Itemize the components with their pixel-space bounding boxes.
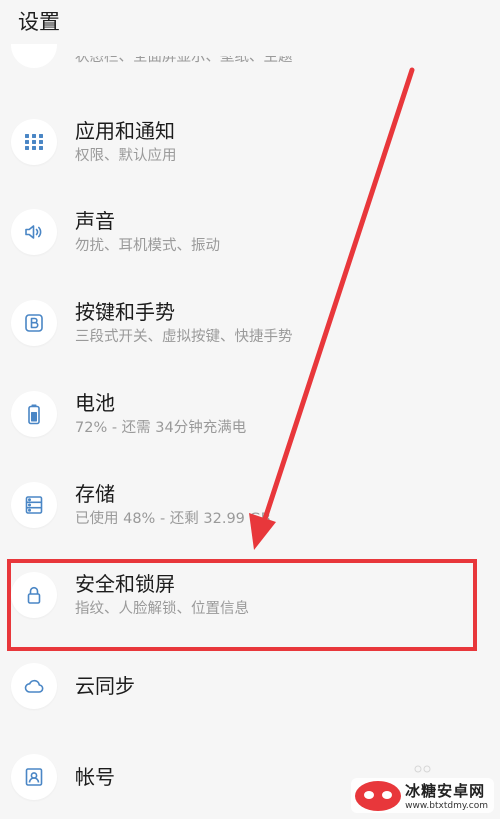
settings-item-title: 存储 [75,481,115,506]
settings-item-texts: 应用和通知 权限、默认应用 [75,118,177,166]
settings-item-subtitle: 三段式开关、虚拟按键、快捷手势 [75,328,293,345]
settings-item-title: 声音 [75,208,115,233]
display-icon [11,44,57,72]
settings-item-texts: 存储 已使用 48% - 还剩 32.99 GB [75,481,271,529]
settings-item-buttons-gestures[interactable]: 按键和手势 三段式开关、虚拟按键、快捷手势 [0,277,500,368]
watermark-text: 冰糖安卓网 www.btxtdmy.com [405,780,488,811]
settings-item-title: 帐号 [75,764,115,789]
button-b-icon [11,299,57,346]
settings-item-battery[interactable]: 电池 72% - 还需 34分钟充满电 [0,368,500,459]
settings-item-title: 云同步 [75,673,135,698]
settings-screen: 状态栏、全面屏显示、壁纸、主题 应用和通知 权限、默认应用 声音 勿扰、耳机模式… [0,0,500,819]
settings-item-cloud-sync[interactable]: 云同步 [0,640,500,731]
cloud-icon [11,662,57,709]
settings-item-storage[interactable]: 存储 已使用 48% - 还剩 32.99 GB [0,459,500,550]
watermark-logo-icon [355,780,402,811]
storage-icon [11,481,57,528]
settings-item-texts: 云同步 [75,673,135,699]
scroll-hint-icon [414,765,431,773]
settings-item-texts: 按键和手势 三段式开关、虚拟按键、快捷手势 [75,299,293,347]
watermark: 冰糖安卓网 www.btxtdmy.com [351,778,494,813]
settings-item-apps[interactable]: 应用和通知 权限、默认应用 [0,96,500,187]
settings-item-title: 按键和手势 [75,299,175,324]
annotation-highlight-box [7,559,477,651]
settings-item-subtitle: 权限、默认应用 [75,147,177,164]
account-icon [11,753,57,800]
settings-item-subtitle: 已使用 48% - 还剩 32.99 GB [75,510,271,527]
watermark-name: 冰糖安卓网 [405,782,486,800]
settings-item-sound[interactable]: 声音 勿扰、耳机模式、振动 [0,186,500,277]
settings-item-texts: 电池 72% - 还需 34分钟充满电 [75,390,246,438]
settings-item-texts: 帐号 [75,764,115,790]
settings-item-subtitle: 勿扰、耳机模式、振动 [75,237,220,254]
settings-item-subtitle: 72% - 还需 34分钟充满电 [75,419,247,436]
settings-item-texts: 声音 勿扰、耳机模式、振动 [75,208,220,256]
apps-grid-icon [11,118,57,165]
page-title: 设置 [18,10,60,34]
settings-item-title: 应用和通知 [75,118,175,143]
battery-icon [11,390,57,437]
settings-list: 状态栏、全面屏显示、壁纸、主题 应用和通知 权限、默认应用 声音 勿扰、耳机模式… [0,0,500,819]
speaker-icon [11,208,57,255]
settings-item-title: 电池 [75,390,115,415]
display-item-subtitle: 状态栏、全面屏显示、壁纸、主题 [75,56,293,65]
watermark-url: www.btxtdmy.com [405,801,488,811]
